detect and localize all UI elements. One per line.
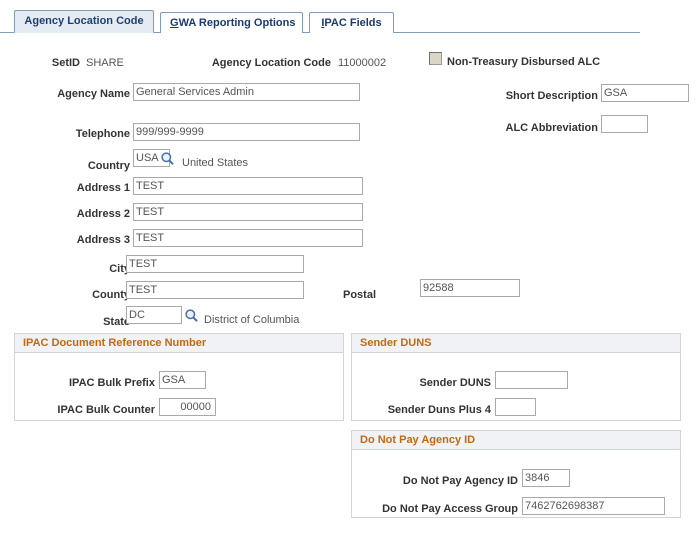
tab-gwa-reporting-options[interactable]: GWA Reporting Options — [160, 12, 303, 33]
address2-label: Address 2 — [76, 208, 130, 220]
panel-do-not-pay-header: Do Not Pay Agency ID — [352, 431, 680, 450]
state-input[interactable] — [126, 306, 182, 324]
address2-input[interactable] — [133, 203, 363, 221]
agency-location-code-value: 11000002 — [338, 57, 387, 69]
non-treasury-disbursed-alc-checkbox[interactable] — [429, 52, 442, 65]
ipac-bulk-prefix-input[interactable] — [159, 371, 206, 389]
panel-sender-duns-header: Sender DUNS — [352, 334, 680, 353]
state-lookup-magnifier-icon[interactable] — [184, 308, 199, 323]
telephone-label: Telephone — [75, 128, 130, 140]
sender-duns-plus4-input[interactable] — [495, 398, 536, 416]
tab-gwa-accel: G — [170, 17, 179, 29]
city-input[interactable] — [126, 255, 304, 273]
setid-label: SetID — [51, 57, 80, 69]
address1-input[interactable] — [133, 177, 363, 195]
sender-duns-input[interactable] — [495, 371, 568, 389]
county-input[interactable] — [126, 281, 304, 299]
ipac-bulk-prefix-label: IPAC Bulk Prefix — [69, 377, 155, 389]
do-not-pay-access-group-label: Do Not Pay Access Group — [382, 503, 518, 515]
panel-do-not-pay-agency-id: Do Not Pay Agency ID Do Not Pay Agency I… — [351, 430, 681, 518]
country-lookup-magnifier-icon[interactable] — [160, 151, 175, 166]
ipac-bulk-counter-input[interactable] — [159, 398, 216, 416]
address1-label: Address 1 — [76, 182, 130, 194]
agency-name-label: Agency Name — [57, 88, 130, 100]
non-treasury-disbursed-alc-label: Non-Treasury Disbursed ALC — [447, 56, 601, 68]
sender-duns-label: Sender DUNS — [419, 377, 491, 389]
alc-abbreviation-input[interactable] — [601, 115, 648, 133]
panel-sender-duns: Sender DUNS Sender DUNS Sender Duns Plus… — [351, 333, 681, 421]
tab-bar: Agency Location Code GWA Reporting Optio… — [0, 10, 696, 33]
tab-ipac-fields-label: PAC Fields — [324, 17, 382, 29]
postal-input[interactable] — [420, 279, 520, 297]
state-description: District of Columbia — [204, 314, 300, 326]
short-description-input[interactable] — [601, 84, 689, 102]
address3-label: Address 3 — [76, 234, 130, 246]
agency-location-code-label: Agency Location Code — [211, 57, 331, 69]
panel-do-not-pay-body: Do Not Pay Agency ID Do Not Pay Access G… — [352, 450, 680, 536]
panel-ipac-document-reference-number: IPAC Document Reference Number IPAC Bulk… — [14, 333, 344, 421]
tab-agency-location-code-label: Agency Location Code — [24, 15, 144, 27]
alc-abbreviation-label: ALC Abbreviation — [505, 122, 599, 134]
country-label: Country — [87, 160, 130, 172]
sender-duns-plus4-label: Sender Duns Plus 4 — [387, 404, 491, 416]
panel-ipac-header: IPAC Document Reference Number — [15, 334, 343, 353]
agency-name-input[interactable] — [133, 83, 360, 101]
tab-ipac-fields[interactable]: IPAC Fields — [309, 12, 394, 33]
do-not-pay-agency-id-label: Do Not Pay Agency ID — [402, 475, 518, 487]
state-label: State — [103, 316, 130, 328]
short-description-label: Short Description — [505, 90, 598, 102]
do-not-pay-agency-id-input[interactable] — [522, 469, 570, 487]
panel-ipac-body: IPAC Bulk Prefix IPAC Bulk Counter — [15, 353, 343, 439]
tab-gwa-reporting-options-label: WA Reporting Options — [178, 17, 296, 29]
panel-sender-duns-body: Sender DUNS Sender Duns Plus 4 — [352, 353, 680, 439]
do-not-pay-access-group-input[interactable] — [522, 497, 665, 515]
country-description: United States — [182, 157, 249, 169]
city-label: City — [109, 263, 130, 275]
ipac-bulk-counter-label: IPAC Bulk Counter — [57, 404, 155, 416]
telephone-input[interactable] — [133, 123, 360, 141]
county-label: County — [92, 289, 130, 301]
setid-value: SHARE — [86, 57, 124, 69]
postal-label: Postal — [342, 289, 376, 301]
tab-agency-location-code[interactable]: Agency Location Code — [14, 10, 154, 33]
address3-input[interactable] — [133, 229, 363, 247]
